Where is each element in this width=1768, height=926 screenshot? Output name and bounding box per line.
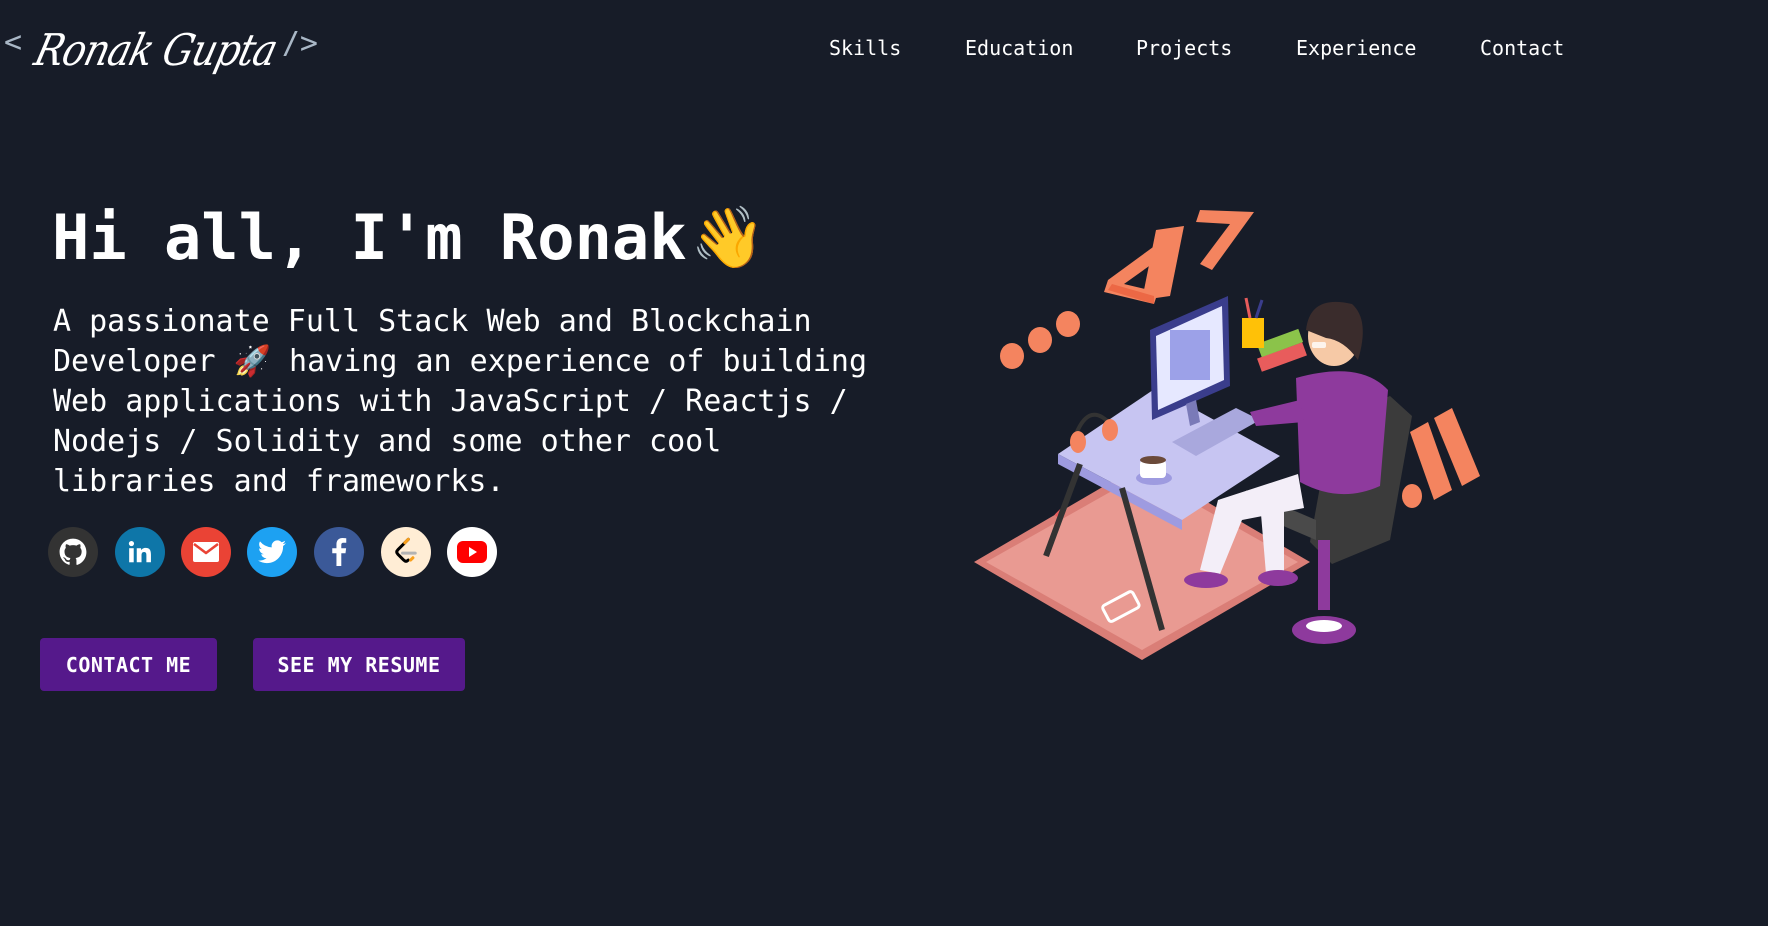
twitter-link[interactable] [247, 527, 297, 577]
facebook-icon [332, 538, 347, 566]
youtube-icon [457, 541, 487, 563]
linkedin-icon [128, 540, 151, 563]
monitor-graphic [1150, 296, 1230, 426]
nav-link-contact[interactable]: Contact [1480, 34, 1564, 62]
greeting-text: Hi all, I'm Ronak [52, 201, 687, 274]
nav-link-education[interactable]: Education [965, 34, 1073, 62]
nav-link-projects[interactable]: Projects [1136, 34, 1232, 62]
youtube-link[interactable] [447, 527, 497, 577]
mail-icon [193, 542, 219, 562]
github-link[interactable] [48, 527, 98, 577]
waving-hand-icon: 👋 [690, 203, 766, 273]
twitter-icon [258, 540, 286, 564]
nav-link-experience[interactable]: Experience [1296, 34, 1416, 62]
greeting-subtitle: A passionate Full Stack Web and Blockcha… [53, 304, 867, 499]
leetcode-icon [395, 537, 417, 563]
dots-graphic [1000, 311, 1080, 369]
linkedin-link[interactable] [115, 527, 165, 577]
github-icon [59, 538, 87, 565]
code-symbol-graphic [1104, 210, 1254, 304]
main-nav: Skills Education Projects Experience Con… [0, 34, 1768, 62]
facebook-link[interactable] [314, 527, 364, 577]
site-header: < Ronak Gupta /> Skills Education Projec… [0, 0, 1768, 100]
leetcode-link[interactable] [381, 527, 431, 577]
see-resume-button[interactable]: SEE MY RESUME [253, 638, 465, 691]
developer-illustration [974, 210, 1480, 660]
books-graphic [1242, 297, 1307, 372]
gmail-link[interactable] [181, 527, 231, 577]
greeting-heading: Hi all, I'm Ronak👋 [52, 198, 765, 278]
contact-me-button[interactable]: CONTACT ME [40, 638, 217, 691]
pause-bars-graphic [1402, 408, 1480, 508]
nav-link-skills[interactable]: Skills [829, 34, 901, 62]
